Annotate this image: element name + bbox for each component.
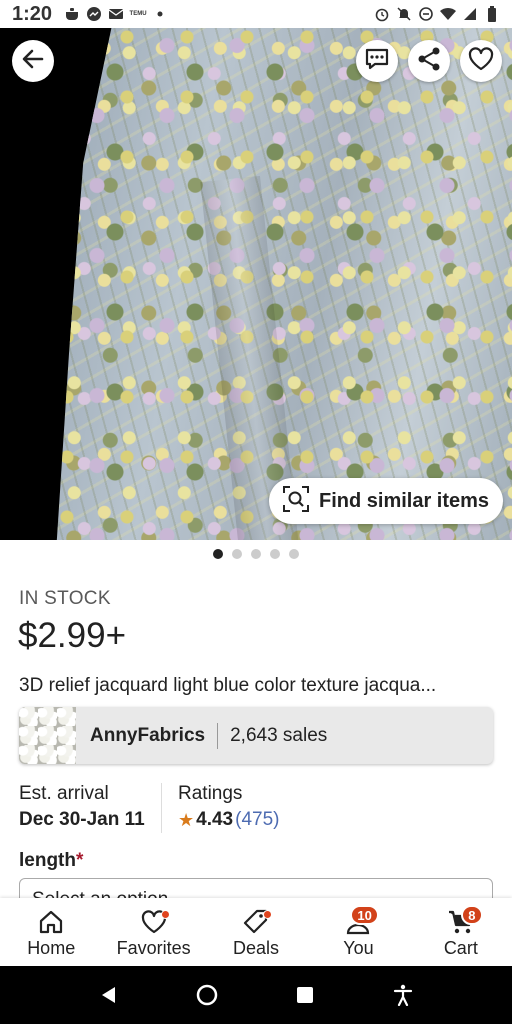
cellular-signal-icon <box>462 6 478 22</box>
shop-name: AnnyFabrics <box>90 724 206 746</box>
carousel-dot[interactable] <box>213 549 223 559</box>
length-option-label: length* <box>19 850 83 872</box>
notification-dot <box>160 910 170 919</box>
share-button[interactable] <box>408 40 450 82</box>
status-time: 1:20 <box>12 2 53 25</box>
heart-icon <box>467 46 495 77</box>
messenger-icon <box>86 6 102 22</box>
nav-favorites[interactable]: Favorites <box>102 898 204 966</box>
star-icon: ★ <box>178 809 195 830</box>
status-bar: 1:20 TEMU <box>0 0 512 28</box>
arrival-label: Est. arrival <box>19 783 109 804</box>
notification-dot <box>263 910 273 919</box>
mail-icon <box>108 6 124 22</box>
nav-deals[interactable]: Deals <box>205 898 307 966</box>
mute-icon <box>396 6 412 22</box>
find-similar-items-button[interactable]: Find similar items <box>269 478 503 524</box>
more-dot-icon <box>152 6 168 22</box>
carousel-indicator <box>0 548 512 560</box>
nav-you-label: You <box>343 938 374 958</box>
product-title[interactable]: 3D relief jacquard light blue color text… <box>19 675 499 697</box>
product-details-row: Est. arrival Dec 30-Jan 11 Ratings ★ 4.4… <box>19 783 493 833</box>
shop-thumbnail <box>19 707 76 764</box>
required-marker: * <box>76 850 84 871</box>
nav-cart-label: Cart <box>443 938 478 958</box>
product-image-carousel[interactable]: Find similar items <box>0 28 512 540</box>
divider <box>217 722 219 749</box>
person-icon: 10 <box>344 905 379 936</box>
back-button[interactable] <box>12 40 54 82</box>
review-count-link[interactable]: (475) <box>235 809 279 831</box>
you-badge: 10 <box>350 905 379 925</box>
bottom-navigation: Home Favorites Deals 10 You 8 Cart <box>0 898 512 966</box>
favorite-button[interactable] <box>460 40 502 82</box>
temu-icon: TEMU <box>129 11 147 17</box>
alarm-icon <box>374 6 390 22</box>
arrival-info: Est. arrival Dec 30-Jan 11 <box>19 783 162 833</box>
carousel-dot[interactable] <box>232 549 242 559</box>
arrival-date: Dec 30-Jan 11 <box>19 809 145 830</box>
system-recents-button[interactable] <box>290 980 320 1010</box>
chat-bubble-icon <box>363 45 391 78</box>
system-navigation-bar <box>0 966 512 1024</box>
cart-badge: 8 <box>460 905 483 925</box>
arrow-left-icon <box>20 46 46 77</box>
cooking-pot-icon <box>64 6 80 22</box>
nav-you[interactable]: 10 You <box>307 898 409 966</box>
length-label-text: length <box>19 850 76 871</box>
system-back-button[interactable] <box>94 980 124 1010</box>
carousel-dot[interactable] <box>251 549 261 559</box>
nav-deals-label: Deals <box>233 938 280 958</box>
shop-card[interactable]: AnnyFabrics 2,643 sales <box>19 707 493 764</box>
carousel-dot[interactable] <box>289 549 299 559</box>
product-price: $2.99+ <box>18 616 127 655</box>
shop-sales-count: 2,643 sales <box>230 724 328 746</box>
home-icon <box>37 908 65 936</box>
do-not-disturb-icon <box>418 6 434 22</box>
system-status-icons <box>374 6 500 22</box>
share-icon <box>416 46 442 77</box>
wifi-icon <box>440 6 456 22</box>
notification-icons: TEMU <box>64 6 168 22</box>
find-similar-label: Find similar items <box>319 489 490 512</box>
ratings-info[interactable]: Ratings ★ 4.43 (475) <box>162 783 279 833</box>
system-home-button[interactable] <box>192 980 222 1010</box>
heart-icon <box>140 908 170 936</box>
stock-status: IN STOCK <box>19 588 111 609</box>
cart-icon: 8 <box>447 905 483 936</box>
visual-search-icon <box>281 484 311 519</box>
nav-cart[interactable]: 8 Cart <box>410 898 512 966</box>
message-seller-button[interactable] <box>356 40 398 82</box>
ratings-label: Ratings <box>178 783 243 804</box>
battery-icon <box>484 6 500 22</box>
tag-icon <box>242 908 273 936</box>
nav-home-label: Home <box>27 938 76 958</box>
accessibility-button[interactable] <box>388 980 418 1010</box>
rating-summary[interactable]: ★ 4.43 (475) <box>178 809 279 831</box>
nav-favorites-label: Favorites <box>116 938 191 958</box>
rating-value: 4.43 <box>196 809 234 830</box>
carousel-dot[interactable] <box>270 549 280 559</box>
nav-home[interactable]: Home <box>0 898 102 966</box>
